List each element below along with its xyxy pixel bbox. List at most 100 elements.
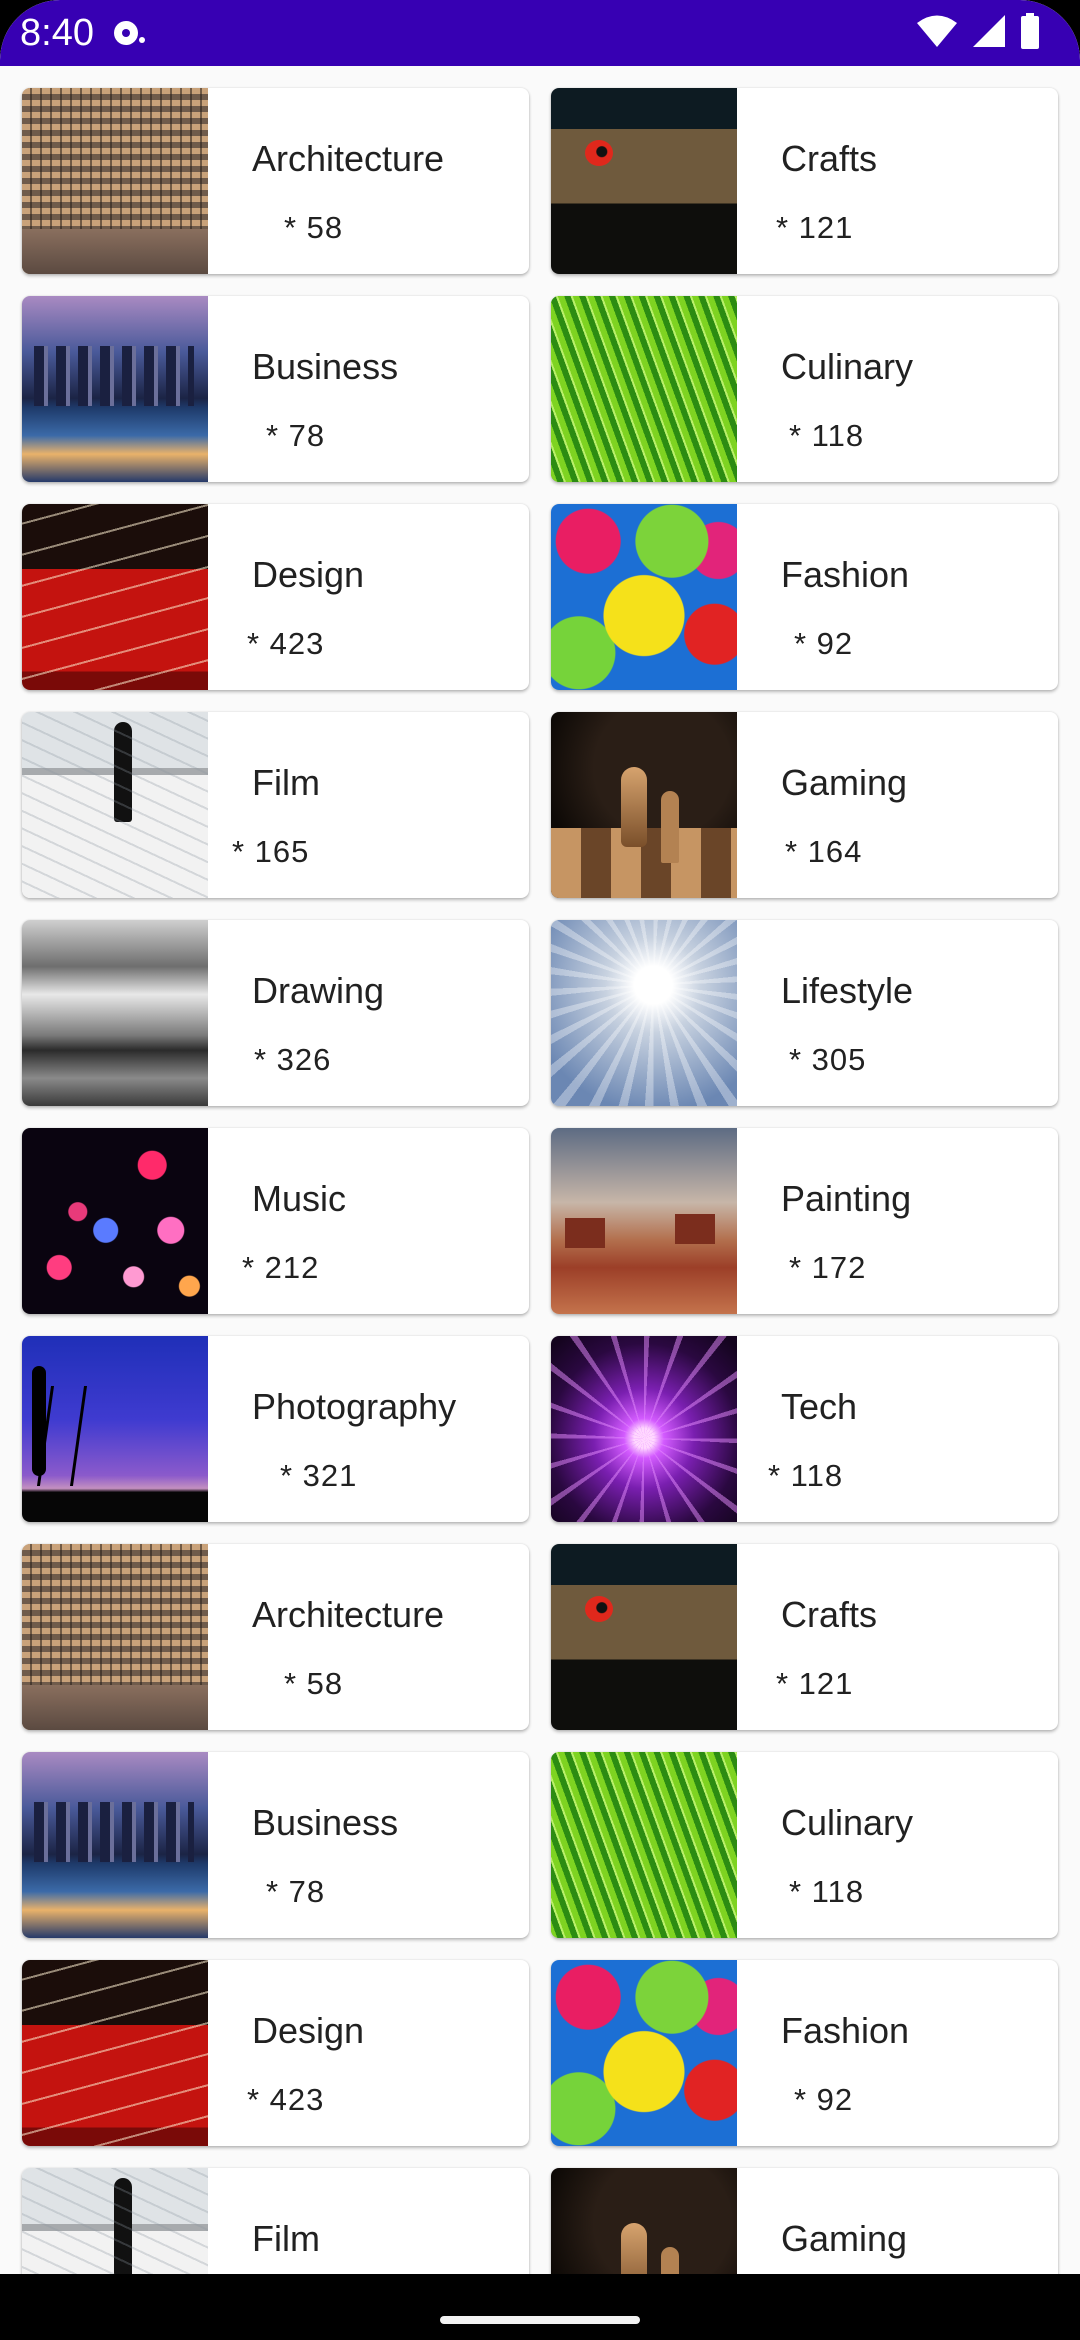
notification-icon [112,18,146,48]
status-time: 8:40 [20,12,94,54]
topic-info: Crafts * 121 [737,1544,1058,1730]
topic-card[interactable]: Design * 423 [22,1960,529,2146]
topic-thumbnail [551,2168,737,2274]
topic-thumbnail [551,1128,737,1314]
topic-info: Design * 423 [208,1960,529,2146]
topic-name: Business [252,1802,399,1843]
topic-thumbnail [22,712,208,898]
topic-info: Crafts * 121 [737,88,1058,274]
topic-info: Business * 78 [208,296,529,482]
topic-count: * 423 [247,2082,325,2117]
topic-thumbnail [22,1128,208,1314]
topic-name: Tech [781,1386,858,1427]
topic-name: Architecture [252,1594,445,1635]
topic-count: * 118 [789,1874,865,1909]
topic-info: Culinary * 118 [737,1752,1058,1938]
topic-info: Culinary * 118 [737,296,1058,482]
topic-info: Design * 423 [208,504,529,690]
topic-name: Painting [781,1178,912,1219]
topic-card[interactable]: Culinary * 118 [551,1752,1058,1938]
topic-count: * 58 [284,210,344,245]
topic-card[interactable]: Gaming * 164 [551,712,1058,898]
topic-thumbnail [551,1544,737,1730]
topic-name: Crafts [781,138,878,179]
topic-count: * 118 [789,418,865,453]
wifi-icon [916,14,958,53]
topic-card[interactable]: Drawing * 326 [22,920,529,1106]
topic-info: Film [208,2168,529,2274]
topic-grid: Architecture * 58 Crafts * 121 Business * 78 C… [22,88,1058,2274]
topic-count: * 78 [266,1874,326,1909]
topic-thumbnail [22,1544,208,1730]
topic-thumbnail [551,296,737,482]
topic-count: * 164 [785,834,863,869]
topic-thumbnail [551,1336,737,1522]
status-icons [916,12,1040,54]
topic-thumbnail [551,1752,737,1938]
topic-name: Crafts [781,1594,878,1635]
topic-name: Culinary [781,346,914,387]
topic-count: * 118 [768,1458,844,1493]
topic-card[interactable]: Architecture * 58 [22,88,529,274]
navigation-bar [0,2274,1080,2340]
topic-info: Music * 212 [208,1128,529,1314]
topic-info: Architecture * 58 [208,1544,529,1730]
topic-info: Photography * 321 [208,1336,529,1522]
topic-thumbnail [551,920,737,1106]
topic-thumbnail [22,2168,208,2274]
topic-name: Culinary [781,1802,914,1843]
app-screen: 8:40 Architecture * 58 Crafts * 121 Business… [0,0,1080,2340]
topic-card[interactable]: Crafts * 121 [551,1544,1058,1730]
topic-card[interactable]: Culinary * 118 [551,296,1058,482]
topic-card[interactable]: Business * 78 [22,1752,529,1938]
home-gesture-handle[interactable] [440,2316,640,2324]
topic-count: * 321 [280,1458,358,1493]
topic-card[interactable]: Photography * 321 [22,1336,529,1522]
topic-card[interactable]: Fashion * 92 [551,1960,1058,2146]
topic-card[interactable]: Music * 212 [22,1128,529,1314]
topic-name: Design [252,554,365,595]
topic-card[interactable]: Design * 423 [22,504,529,690]
topic-count: * 212 [242,1250,320,1285]
topic-name: Architecture [252,138,445,179]
topic-card[interactable]: Architecture * 58 [22,1544,529,1730]
topic-info: Gaming [737,2168,1058,2274]
topic-thumbnail [551,712,737,898]
topic-count: * 92 [794,2082,854,2117]
topic-grid-scroll[interactable]: Architecture * 58 Crafts * 121 Business * 78 C… [0,66,1080,2274]
battery-icon [1020,12,1040,54]
topic-card[interactable]: Crafts * 121 [551,88,1058,274]
topic-info: Drawing * 326 [208,920,529,1106]
topic-card[interactable]: Film * 165 [22,712,529,898]
topic-card[interactable]: Film [22,2168,529,2274]
topic-count: * 58 [284,1666,344,1701]
topic-info: Business * 78 [208,1752,529,1938]
topic-name: Gaming [781,2218,908,2259]
topic-thumbnail [551,504,737,690]
topic-info: Tech * 118 [737,1336,1058,1522]
topic-card[interactable]: Tech * 118 [551,1336,1058,1522]
topic-name: Business [252,346,399,387]
topic-card[interactable]: Fashion * 92 [551,504,1058,690]
status-bar: 8:40 [0,0,1080,66]
topic-thumbnail [22,920,208,1106]
topic-count: * 78 [266,418,326,453]
topic-card[interactable]: Business * 78 [22,296,529,482]
topic-count: * 326 [254,1042,332,1077]
topic-name: Music [252,1178,347,1219]
topic-name: Gaming [781,762,908,803]
topic-count: * 92 [794,626,854,661]
topic-name: Lifestyle [781,970,914,1011]
topic-info: Architecture * 58 [208,88,529,274]
topic-info: Lifestyle * 305 [737,920,1058,1106]
cellular-signal-icon [972,14,1006,53]
topic-info: Fashion * 92 [737,504,1058,690]
topic-card[interactable]: Gaming [551,2168,1058,2274]
topic-count: * 165 [232,834,310,869]
topic-card[interactable]: Painting * 172 [551,1128,1058,1314]
topic-info: Painting * 172 [737,1128,1058,1314]
topic-card[interactable]: Lifestyle * 305 [551,920,1058,1106]
topic-count: * 121 [776,210,854,245]
topic-thumbnail [551,88,737,274]
topic-thumbnail [551,1960,737,2146]
